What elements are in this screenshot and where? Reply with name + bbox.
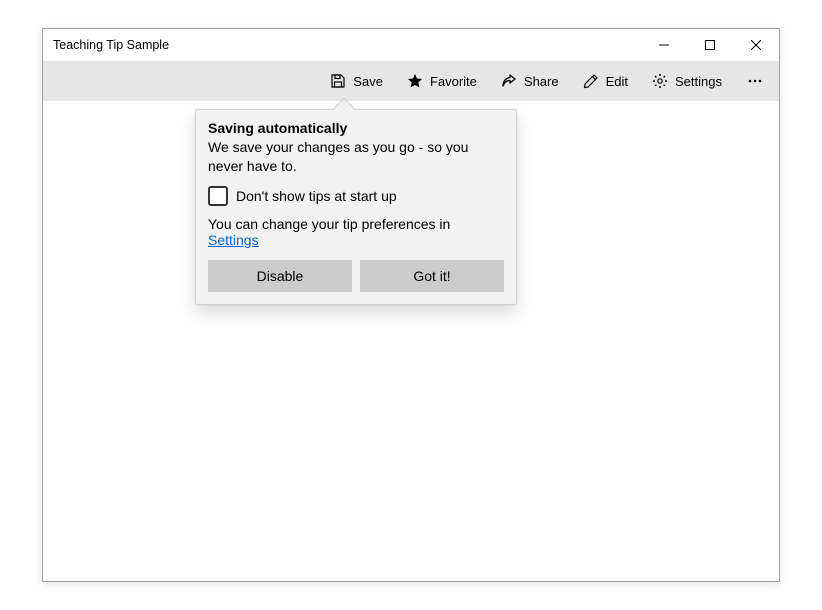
edit-icon xyxy=(583,73,599,89)
maximize-icon xyxy=(705,40,715,50)
minimize-button[interactable] xyxy=(641,29,687,61)
more-icon xyxy=(747,73,763,89)
edit-button[interactable]: Edit xyxy=(572,63,639,99)
favorite-button[interactable]: Favorite xyxy=(396,63,488,99)
gear-icon xyxy=(652,73,668,89)
save-button[interactable]: Save xyxy=(319,63,394,99)
settings-label: Settings xyxy=(675,74,722,89)
tip-subtitle: We save your changes as you go - so you … xyxy=(208,138,504,176)
star-icon xyxy=(407,73,423,89)
favorite-label: Favorite xyxy=(430,74,477,89)
tip-buttons: Disable Got it! xyxy=(208,260,504,292)
command-bar: Save Favorite Share Edit S xyxy=(43,61,779,101)
save-icon xyxy=(330,73,346,89)
maximize-button[interactable] xyxy=(687,29,733,61)
titlebar-controls xyxy=(641,29,779,61)
close-icon xyxy=(751,40,761,50)
dont-show-tips-checkbox[interactable] xyxy=(208,186,228,206)
got-it-button[interactable]: Got it! xyxy=(360,260,504,292)
app-window: Teaching Tip Sample Save xyxy=(42,28,780,582)
tip-checkbox-row: Don't show tips at start up xyxy=(208,186,504,206)
content-area: Saving automatically We save your change… xyxy=(43,101,779,581)
disable-button[interactable]: Disable xyxy=(208,260,352,292)
close-button[interactable] xyxy=(733,29,779,61)
titlebar: Teaching Tip Sample xyxy=(43,29,779,61)
more-button[interactable] xyxy=(735,63,775,99)
window-title: Teaching Tip Sample xyxy=(53,38,169,52)
dont-show-tips-label: Don't show tips at start up xyxy=(236,188,397,204)
save-label: Save xyxy=(353,74,383,89)
tip-footer-text: You can change your tip preferences in xyxy=(208,216,450,232)
tip-settings-link[interactable]: Settings xyxy=(208,232,259,248)
tip-footer: You can change your tip preferences in S… xyxy=(208,216,504,248)
minimize-icon xyxy=(659,40,669,50)
teaching-tip-caret xyxy=(333,98,356,121)
teaching-tip: Saving automatically We save your change… xyxy=(195,109,517,305)
settings-button[interactable]: Settings xyxy=(641,63,733,99)
share-button[interactable]: Share xyxy=(490,63,570,99)
share-label: Share xyxy=(524,74,559,89)
edit-label: Edit xyxy=(606,74,628,89)
share-icon xyxy=(501,73,517,89)
tip-title: Saving automatically xyxy=(208,120,504,136)
